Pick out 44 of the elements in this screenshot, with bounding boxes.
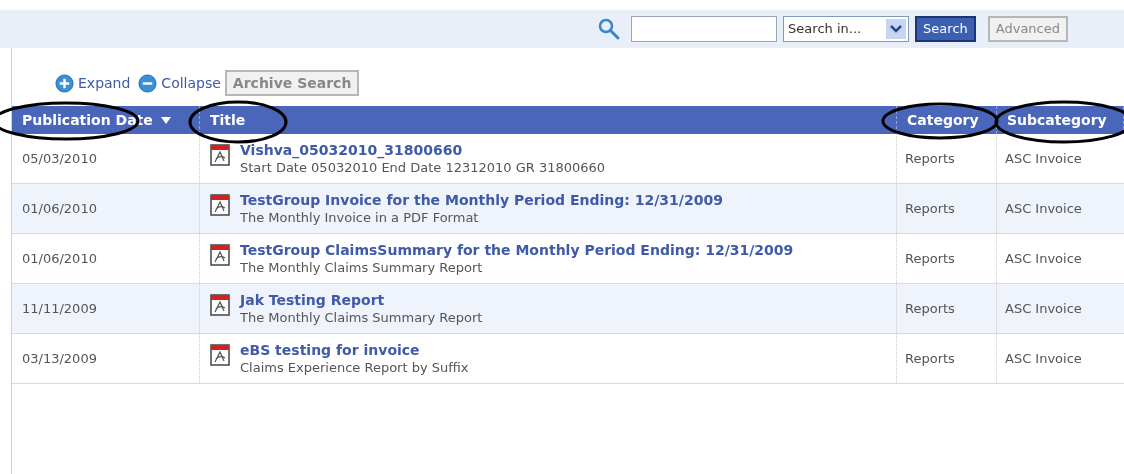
category-cell-text: Reports [905,199,955,218]
date-cell-text: 11/11/2009 [22,299,97,318]
document-description: Start Date 05032010 End Date 12312010 GR 31800660 [240,159,606,176]
category-cell-text: Reports [905,299,955,318]
subcategory-cell-text: ASC Invoice [1005,249,1082,268]
subcategory-cell-text: ASC Invoice [1005,149,1082,168]
subcategory-cell-text: ASC Invoice [1005,199,1082,218]
document-description: Claims Experience Report by Suffix [240,359,469,376]
column-header[interactable]: Title [210,109,246,131]
document-description: The Monthly Claims Summary Report [240,309,483,326]
pdf-icon [210,144,230,166]
subcategory-cell-text: ASC Invoice [1005,299,1082,318]
collapse-link[interactable]: Collapse [161,72,221,94]
archive-search-button[interactable]: Archive Search [224,70,360,96]
category-cell-text: Reports [905,149,955,168]
document-description: The Monthly Claims Summary Report [240,259,484,276]
search-scope-select[interactable]: Search in... [783,16,910,42]
column-header[interactable]: Subcategory [1007,109,1107,131]
pdf-icon [210,344,230,366]
date-cell-text: 05/03/2010 [22,149,97,168]
document-title-link[interactable]: TestGroup Invoice for the Monthly Period Ending: 12/31/2009 [240,192,723,209]
expand-link[interactable]: Expand [78,72,131,94]
date-cell-text: 03/13/2009 [22,349,97,368]
subcategory-cell-text: ASC Invoice [1005,349,1082,368]
date-cell-text: 01/06/2010 [22,199,97,218]
document-title-link[interactable]: Jak Testing Report [240,292,483,309]
column-header[interactable]: Category [907,109,979,131]
category-cell-text: Reports [905,349,955,368]
chevron-down-icon [886,19,907,39]
category-cell-text: Reports [905,249,955,268]
search-icon [597,17,622,41]
document-title-link[interactable]: TestGroup ClaimsSummary for the Monthly Period Ending: 12/31/2009 [240,242,794,259]
plus-circle-icon[interactable] [55,73,74,93]
search-button[interactable]: Search [915,16,976,42]
document-title-link[interactable]: eBS testing for invoice [240,342,469,359]
advanced-button[interactable]: Advanced [987,16,1068,42]
document-description: The Monthly Invoice in a PDF Format [240,209,480,226]
date-cell-text: 01/06/2010 [22,249,97,268]
pdf-icon [210,244,230,266]
search-field[interactable] [631,16,778,42]
pdf-icon [210,294,230,316]
document-title-link[interactable]: Vishva_05032010_31800660 [240,142,606,159]
pdf-icon [210,194,230,216]
minus-circle-icon[interactable] [138,73,158,93]
